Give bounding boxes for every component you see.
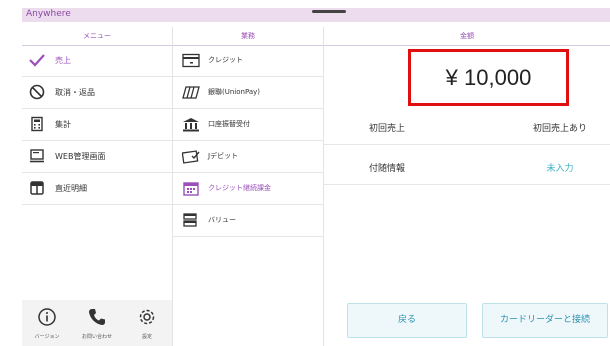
checkmark-icon xyxy=(29,52,45,68)
menu-item-web-admin[interactable]: WEB管理画面 xyxy=(22,141,172,173)
jdebit-card-icon xyxy=(182,149,200,164)
contact-button[interactable]: お問い合わせ xyxy=(72,300,122,346)
business-item-label: 口座振替受付 xyxy=(208,120,250,128)
business-item-value[interactable]: バリュー xyxy=(173,205,323,237)
phone-icon xyxy=(87,307,107,327)
unionpay-card-icon xyxy=(182,85,200,100)
monitor-icon xyxy=(29,148,45,164)
business-item-label: 銀聯(UnionPay) xyxy=(208,88,261,96)
menu-item-label: 直近明細 xyxy=(55,184,87,193)
first-sale-value: 初回売上あり xyxy=(532,124,587,134)
menu-header: メニュー xyxy=(22,27,172,46)
menu-item-sales[interactable]: 売上 xyxy=(22,45,172,77)
business-item-label: バリュー xyxy=(208,216,236,224)
calculator-icon xyxy=(29,116,45,132)
menu-item-label: 集計 xyxy=(55,120,71,129)
menu-item-label: 売上 xyxy=(55,56,71,65)
settings-button[interactable]: 設定 xyxy=(122,300,172,346)
app-title: Anywhere xyxy=(26,9,71,19)
business-item-account-transfer[interactable]: 口座振替受付 xyxy=(173,109,323,141)
version-label: バージョン xyxy=(34,334,60,340)
amount-value: ¥ 10,000 xyxy=(445,65,532,90)
bank-icon xyxy=(182,117,200,132)
business-item-label: クレジット xyxy=(208,56,243,64)
calendar-icon xyxy=(182,181,200,196)
connect-card-reader-button[interactable]: カードリーダーと接続 xyxy=(482,303,608,338)
first-sale-row: 初回売上 初回売上あり xyxy=(324,110,610,145)
receipt-icon xyxy=(29,180,45,196)
additional-info-row[interactable]: 付随情報 未入力 xyxy=(324,150,610,185)
cancel-icon xyxy=(29,84,45,100)
business-item-unionpay[interactable]: 銀聯(UnionPay) xyxy=(173,77,323,109)
business-item-recurring-credit[interactable]: クレジット継続課金 xyxy=(173,173,323,205)
first-sale-label: 初回売上 xyxy=(369,124,406,134)
divider xyxy=(323,27,324,346)
gear-icon xyxy=(137,307,157,327)
title-bar: Anywhere xyxy=(22,8,610,22)
business-item-label: クレジット継続課金 xyxy=(208,184,271,192)
value-card-icon xyxy=(182,213,200,228)
credit-card-icon xyxy=(182,53,200,68)
info-icon xyxy=(37,307,57,327)
settings-label: 設定 xyxy=(141,334,152,340)
menu-item-label: 取消・返品 xyxy=(55,88,95,97)
contact-label: お問い合わせ xyxy=(81,334,112,340)
business-item-credit[interactable]: クレジット xyxy=(173,45,323,77)
additional-info-value[interactable]: 未入力 xyxy=(514,161,606,174)
amount-display: ¥ 10,000 xyxy=(408,49,569,106)
menu-item-cancel-return[interactable]: 取消・返品 xyxy=(22,77,172,109)
business-item-jdebit[interactable]: Jデビット xyxy=(173,141,323,173)
menu-item-recent-details[interactable]: 直近明細 xyxy=(22,173,172,205)
menu-item-label: WEB管理画面 xyxy=(55,152,106,161)
menu-item-summary[interactable]: 集計 xyxy=(22,109,172,141)
window-handle[interactable] xyxy=(312,10,346,13)
business-header: 業務 xyxy=(173,27,323,46)
back-button[interactable]: 戻る xyxy=(347,303,467,338)
business-item-label: Jデビット xyxy=(208,152,239,160)
additional-info-label: 付随情報 xyxy=(369,164,406,174)
app-window: Anywhere メニュー 業務 金額 売上 取消・返品 集計 WEB管理画面 xyxy=(22,8,610,346)
menu-footer: バージョン お問い合わせ 設定 xyxy=(22,300,172,346)
version-button[interactable]: バージョン xyxy=(22,300,72,346)
amount-header: 金額 xyxy=(324,27,610,46)
